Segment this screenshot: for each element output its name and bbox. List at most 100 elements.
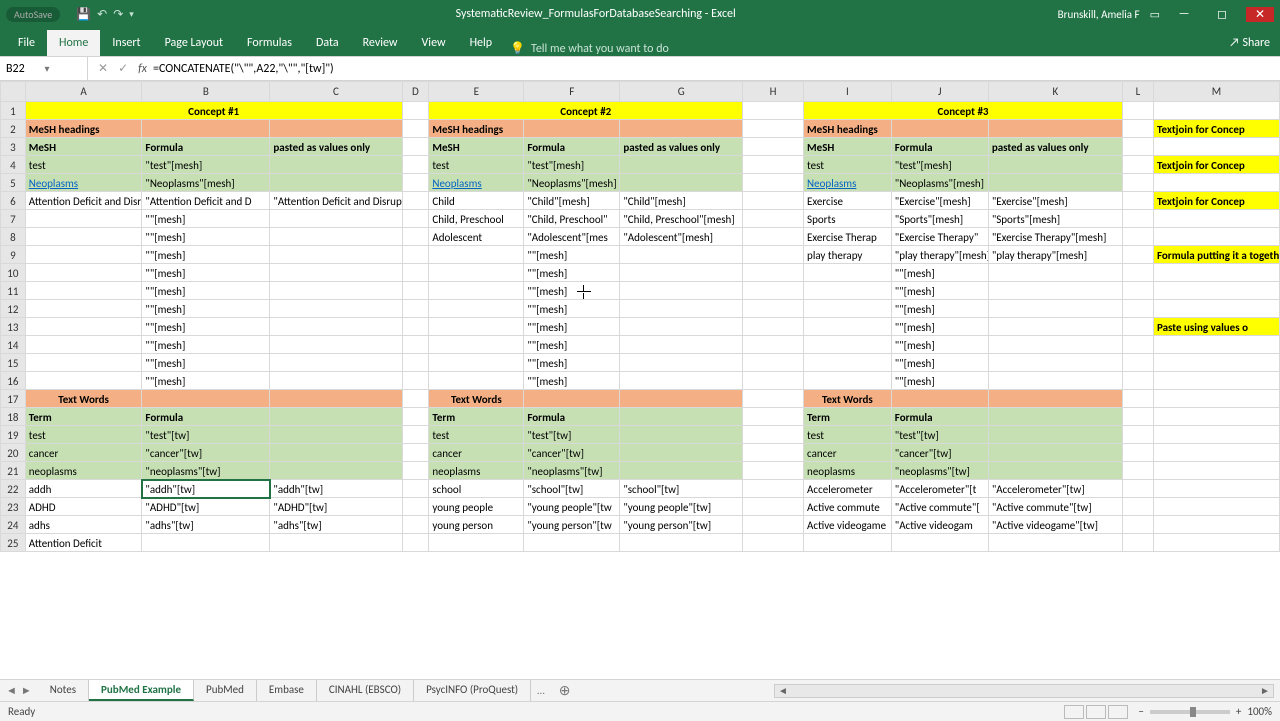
hyperlink[interactable]: Neoplasms bbox=[432, 177, 481, 190]
cell-A14[interactable] bbox=[25, 336, 142, 354]
cell-M20[interactable] bbox=[1153, 444, 1279, 462]
cell-M1[interactable] bbox=[1153, 102, 1279, 120]
cell-E12[interactable] bbox=[429, 300, 524, 318]
cell-G7[interactable]: "Child, Preschool"[mesh] bbox=[620, 210, 743, 228]
col-header-G[interactable]: G bbox=[620, 82, 743, 102]
cell-G16[interactable] bbox=[620, 372, 743, 390]
cell-E25[interactable] bbox=[429, 534, 524, 552]
cell-I21[interactable]: neoplasms bbox=[804, 462, 892, 480]
cell-D10[interactable] bbox=[402, 264, 429, 282]
cell-M25[interactable] bbox=[1153, 534, 1279, 552]
row-header-12[interactable]: 12 bbox=[1, 300, 26, 318]
cell-J3[interactable]: Formula bbox=[891, 138, 988, 156]
cell-B11[interactable]: ""[mesh] bbox=[142, 282, 270, 300]
cell-F12[interactable]: ""[mesh] bbox=[524, 300, 620, 318]
cell-A19[interactable]: test bbox=[25, 426, 142, 444]
cell-K3[interactable]: pasted as values only bbox=[988, 138, 1122, 156]
cell-J11[interactable]: ""[mesh] bbox=[891, 282, 988, 300]
cell-D12[interactable] bbox=[402, 300, 429, 318]
cell-L15[interactable] bbox=[1123, 354, 1154, 372]
cell-M9[interactable]: Formula putting it a together bbox=[1153, 246, 1279, 264]
cell-M11[interactable] bbox=[1153, 282, 1279, 300]
cell-A16[interactable] bbox=[25, 372, 142, 390]
cell-K22[interactable]: "Accelerometer"[tw] bbox=[988, 480, 1122, 498]
cell-F19[interactable]: "test"[tw] bbox=[524, 426, 620, 444]
cell-C19[interactable] bbox=[270, 426, 402, 444]
cell-C23[interactable]: "ADHD"[tw] bbox=[270, 498, 402, 516]
cell-F10[interactable]: ""[mesh] bbox=[524, 264, 620, 282]
formula-input[interactable] bbox=[153, 62, 1280, 76]
cell-I19[interactable]: test bbox=[804, 426, 892, 444]
cell-F25[interactable] bbox=[524, 534, 620, 552]
cell-L5[interactable] bbox=[1123, 174, 1154, 192]
cell-D23[interactable] bbox=[402, 498, 429, 516]
cell-A15[interactable] bbox=[25, 354, 142, 372]
cell-F13[interactable]: ""[mesh] bbox=[524, 318, 620, 336]
cell-H24[interactable] bbox=[743, 516, 804, 534]
cell-F8[interactable]: "Adolescent"[mes bbox=[524, 228, 620, 246]
ribbon-tab-page-layout[interactable]: Page Layout bbox=[153, 30, 235, 56]
cell-H4[interactable] bbox=[743, 156, 804, 174]
cell-A8[interactable] bbox=[25, 228, 142, 246]
cell-F3[interactable]: Formula bbox=[524, 138, 620, 156]
cell-A17[interactable]: Text Words bbox=[25, 390, 142, 408]
cell-B22[interactable]: "addh"[tw] bbox=[142, 480, 270, 498]
ribbon-tab-file[interactable]: File bbox=[6, 30, 47, 56]
cell-H5[interactable] bbox=[743, 174, 804, 192]
cell-K20[interactable] bbox=[988, 444, 1122, 462]
cell-I25[interactable] bbox=[804, 534, 892, 552]
cell-A12[interactable] bbox=[25, 300, 142, 318]
cell-H3[interactable] bbox=[743, 138, 804, 156]
cell-B7[interactable]: ""[mesh] bbox=[142, 210, 270, 228]
col-header-E[interactable]: E bbox=[429, 82, 524, 102]
cell-F17[interactable] bbox=[524, 390, 620, 408]
cell-J2[interactable] bbox=[891, 120, 988, 138]
cell-C21[interactable] bbox=[270, 462, 402, 480]
cell-B21[interactable]: "neoplasms"[tw] bbox=[142, 462, 270, 480]
cell-H14[interactable] bbox=[743, 336, 804, 354]
cell-B13[interactable]: ""[mesh] bbox=[142, 318, 270, 336]
cell-K6[interactable]: "Exercise"[mesh] bbox=[988, 192, 1122, 210]
cell-J10[interactable]: ""[mesh] bbox=[891, 264, 988, 282]
cell-L18[interactable] bbox=[1123, 408, 1154, 426]
cell-L23[interactable] bbox=[1123, 498, 1154, 516]
cell-E6[interactable]: Child bbox=[429, 192, 524, 210]
cell-H18[interactable] bbox=[743, 408, 804, 426]
cell-K9[interactable]: "play therapy"[mesh] bbox=[988, 246, 1122, 264]
row-header-17[interactable]: 17 bbox=[1, 390, 26, 408]
cell-D1[interactable] bbox=[402, 102, 429, 120]
cell-H19[interactable] bbox=[743, 426, 804, 444]
cell-K23[interactable]: "Active commute"[tw] bbox=[988, 498, 1122, 516]
cell-L13[interactable] bbox=[1123, 318, 1154, 336]
cell-A2[interactable]: MeSH headings bbox=[25, 120, 142, 138]
cell-J23[interactable]: "Active commute"[ bbox=[891, 498, 988, 516]
cell-L21[interactable] bbox=[1123, 462, 1154, 480]
cell-I12[interactable] bbox=[804, 300, 892, 318]
cell-G15[interactable] bbox=[620, 354, 743, 372]
cell-C2[interactable] bbox=[270, 120, 402, 138]
cell-E8[interactable]: Adolescent bbox=[429, 228, 524, 246]
cell-A18[interactable]: Term bbox=[25, 408, 142, 426]
cell-G23[interactable]: "young people"[tw] bbox=[620, 498, 743, 516]
col-header-J[interactable]: J bbox=[891, 82, 988, 102]
tab-nav-next-icon[interactable]: ► bbox=[21, 684, 32, 697]
cell-J12[interactable]: ""[mesh] bbox=[891, 300, 988, 318]
cell-A9[interactable] bbox=[25, 246, 142, 264]
cell-K10[interactable] bbox=[988, 264, 1122, 282]
cell-C3[interactable]: pasted as values only bbox=[270, 138, 402, 156]
undo-icon[interactable]: ↶ bbox=[97, 7, 107, 22]
cell-D2[interactable] bbox=[402, 120, 429, 138]
col-header-M[interactable]: M bbox=[1153, 82, 1279, 102]
cell-E7[interactable]: Child, Preschool bbox=[429, 210, 524, 228]
col-header-H[interactable]: H bbox=[743, 82, 804, 102]
cell-J5[interactable]: "Neoplasms"[mesh] bbox=[891, 174, 988, 192]
cell-C25[interactable] bbox=[270, 534, 402, 552]
col-header-A[interactable]: A bbox=[25, 82, 142, 102]
cell-B19[interactable]: "test"[tw] bbox=[142, 426, 270, 444]
cell-J22[interactable]: "Accelerometer"[t bbox=[891, 480, 988, 498]
ribbon-tab-help[interactable]: Help bbox=[458, 30, 505, 56]
cell-E2[interactable]: MeSH headings bbox=[429, 120, 524, 138]
cell-C16[interactable] bbox=[270, 372, 402, 390]
cell-A6[interactable]: Attention Deficit and Disruptive Behavio… bbox=[25, 192, 142, 210]
cell-E18[interactable]: Term bbox=[429, 408, 524, 426]
